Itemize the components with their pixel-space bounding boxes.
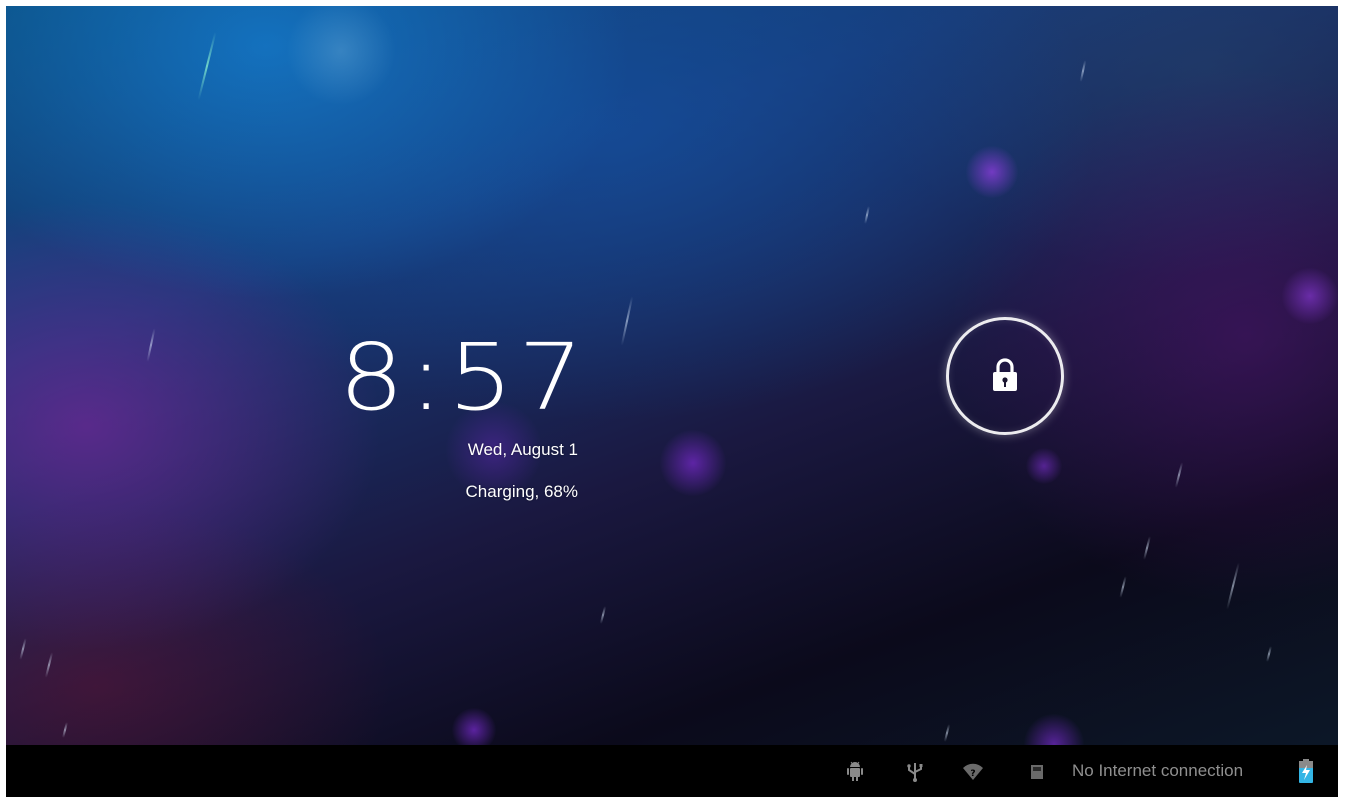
- wifi-no-signal-icon[interactable]: ?: [962, 761, 984, 783]
- wallpaper-streak: [943, 724, 951, 742]
- wallpaper-streak: [1226, 562, 1240, 610]
- wallpaper-streak: [864, 205, 870, 225]
- wallpaper-orb: [966, 146, 1018, 198]
- sd-card-icon[interactable]: [1026, 761, 1048, 783]
- battery-charging-icon[interactable]: [1297, 758, 1315, 784]
- wallpaper-streak: [1143, 536, 1151, 560]
- wallpaper-orb: [660, 430, 726, 496]
- wallpaper-streak: [1266, 645, 1272, 663]
- wallpaper-streak: [620, 296, 634, 346]
- wallpaper-streak: [44, 652, 54, 678]
- wallpaper-streak: [599, 606, 607, 624]
- wallpaper-orb: [1282, 268, 1338, 324]
- lockscreen-clock: 8:57: [338, 324, 588, 431]
- lock-icon: [993, 358, 1017, 391]
- network-status[interactable]: No Internet connection: [1072, 760, 1243, 782]
- android-debug-icon[interactable]: [844, 761, 866, 783]
- wallpaper-orb: [286, 6, 396, 106]
- status-bar: ? No Internet connection: [6, 745, 1338, 797]
- wallpaper-streak: [1079, 60, 1087, 82]
- lockscreen: 8:57 Wed, August 1 Charging, 68% ? No In…: [6, 6, 1338, 797]
- svg-text:?: ?: [970, 769, 975, 779]
- wallpaper-streak: [1119, 576, 1127, 598]
- wallpaper-streak: [197, 31, 217, 101]
- charging-status: Charging, 68%: [465, 482, 578, 501]
- unlock-handle[interactable]: [946, 317, 1064, 435]
- wallpaper-streak: [1174, 462, 1184, 488]
- wallpaper-streak: [19, 638, 27, 660]
- usb-icon[interactable]: [904, 761, 926, 783]
- wallpaper-orb: [1026, 448, 1062, 484]
- wallpaper-streak: [146, 328, 156, 362]
- lockscreen-date: Wed, August 1: [467, 440, 578, 459]
- wallpaper-streak: [62, 721, 68, 739]
